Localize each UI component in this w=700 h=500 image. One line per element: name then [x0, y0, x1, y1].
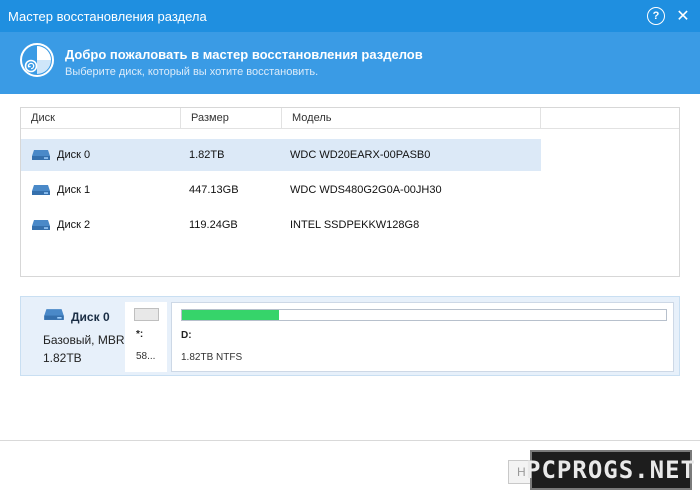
row-disk-name: Диск 1 [57, 184, 91, 196]
window-title: Мастер восстановления раздела [8, 8, 207, 24]
partition-usage-bar [134, 308, 159, 321]
row-disk-name: Диск 2 [57, 219, 91, 231]
hard-disk-icon [44, 309, 64, 320]
partition-usage-fill [182, 310, 279, 320]
disk-table: Диск Размер Модель Диск 0 1.82TB WDC WD2… [20, 107, 680, 277]
hard-disk-icon [32, 150, 50, 160]
footer-divider [0, 440, 700, 441]
row-disk-model: WDC WDS480G2G0A-00JH30 [290, 184, 442, 196]
table-row[interactable]: Диск 0 1.82TB WDC WD20EARX-00PASB0 [21, 139, 541, 171]
table-row[interactable]: Диск 1 447.13GB WDC WDS480G2G0A-00JH30 [21, 174, 541, 206]
disk-info-size: 1.82TB [43, 351, 82, 365]
hard-disk-icon [32, 185, 50, 195]
disk-map-panel: Диск 0 Базовый, MBR 1.82TB *: 58... D: 1… [20, 296, 680, 376]
partition-usage-bar [181, 309, 667, 321]
wizard-header: Добро пожаловать в мастер восстановления… [0, 32, 700, 94]
partition-label: D: [181, 330, 192, 341]
hard-disk-icon [32, 220, 50, 230]
partition-block-unallocated[interactable]: *: 58... [125, 302, 167, 372]
row-disk-model: WDC WD20EARX-00PASB0 [290, 149, 431, 161]
column-header-size[interactable]: Размер [181, 108, 282, 129]
disk-info-type: Базовый, MBR [43, 333, 125, 347]
disk-info-name: Диск 0 [71, 310, 110, 324]
partition-size: 1.82TB NTFS [181, 352, 243, 363]
column-header-disk[interactable]: Диск [21, 108, 181, 129]
partition-label: *: [136, 329, 144, 340]
help-icon[interactable]: ? [647, 7, 665, 25]
row-disk-size: 1.82TB [189, 149, 225, 161]
partition-block-d[interactable]: D: 1.82TB NTFS [171, 302, 674, 372]
close-icon[interactable]: ✕ [674, 7, 692, 25]
window-titlebar: Мастер восстановления раздела ? ✕ [0, 0, 700, 32]
header-subtitle: Выберите диск, который вы хотите восстан… [65, 66, 319, 78]
partition-recovery-logo-icon [20, 43, 54, 77]
watermark-logo: PCPROGS.NET [526, 450, 695, 490]
table-row[interactable]: Диск 2 119.24GB INTEL SSDPEKKW128G8 [21, 209, 541, 241]
row-disk-size: 119.24GB [189, 219, 238, 231]
header-title: Добро пожаловать в мастер восстановления… [65, 47, 423, 62]
column-header-model[interactable]: Модель [282, 108, 541, 129]
partition-size: 58... [136, 351, 156, 362]
row-disk-name: Диск 0 [57, 149, 91, 161]
table-header: Диск Размер Модель [21, 108, 679, 129]
row-disk-size: 447.13GB [189, 184, 239, 196]
row-disk-model: INTEL SSDPEKKW128G8 [290, 219, 420, 231]
